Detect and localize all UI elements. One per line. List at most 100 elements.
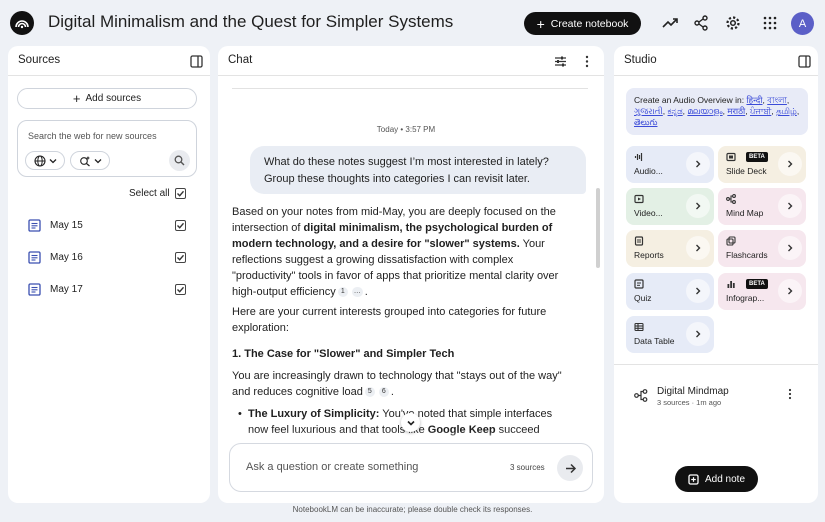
chevron-right-icon[interactable] (686, 194, 710, 218)
chevron-down-icon (49, 158, 56, 163)
video-icon (634, 194, 644, 204)
more-vertical-icon[interactable] (784, 387, 796, 401)
send-button[interactable] (557, 455, 583, 481)
chevron-right-icon[interactable] (686, 152, 710, 176)
studio-tile-slide-deck[interactable]: BETA Slide Deck (718, 146, 806, 183)
research-mode-dropdown[interactable] (70, 151, 110, 170)
globe-icon (33, 154, 46, 167)
create-notebook-button[interactable]: + Create notebook (524, 12, 641, 35)
chevron-right-icon[interactable] (778, 279, 802, 303)
infographic-icon (726, 279, 736, 289)
add-note-label: Add note (704, 473, 746, 485)
studio-tile-video-overview[interactable]: Video... (626, 188, 714, 225)
studio-tile-label: Quiz (634, 293, 652, 303)
add-sources-button[interactable]: + Add sources (17, 88, 197, 109)
studio-title: Studio (624, 54, 657, 66)
citation-chip[interactable]: 5 (364, 387, 375, 398)
chevron-right-icon[interactable] (686, 279, 710, 303)
source-checkbox[interactable] (175, 252, 186, 263)
notebooklm-logo-icon[interactable] (10, 11, 34, 35)
language-link[interactable]: हिन्दी (746, 95, 762, 105)
analytics-icon[interactable] (660, 13, 680, 33)
source-item-label: May 16 (50, 252, 83, 263)
chat-divider (232, 88, 588, 89)
chat-scrollbar[interactable] (596, 188, 600, 268)
studio-tile-label: Reports (634, 250, 664, 260)
message-timestamp: Today • 3:57 PM (376, 125, 436, 134)
saved-note-meta: 3 sources · 1m ago (657, 398, 722, 407)
user-avatar[interactable]: A (791, 12, 814, 35)
source-item-label: May 17 (50, 284, 83, 295)
language-link[interactable]: ಕನ್ನಡ (668, 106, 683, 116)
add-note-button[interactable]: Add note (675, 466, 758, 492)
search-icon (174, 155, 185, 166)
notebook-title[interactable]: Digital Minimalism and the Quest for Sim… (48, 12, 453, 32)
share-icon[interactable] (691, 13, 711, 33)
web-search-input[interactable]: Search the web for new sources (28, 131, 157, 141)
select-all-label: Select all (129, 188, 170, 199)
tune-settings-icon[interactable] (552, 53, 568, 69)
source-item[interactable]: May 17 (8, 280, 210, 300)
arrow-right-icon (565, 463, 576, 473)
collapse-panel-icon[interactable] (188, 53, 204, 69)
language-link[interactable]: ગુજરાતી (634, 106, 663, 116)
citation-chip[interactable]: 6 (378, 387, 389, 398)
language-link[interactable]: മലയാളം (687, 106, 722, 116)
source-checkbox[interactable] (175, 220, 186, 231)
plus-icon: + (72, 91, 81, 106)
plus-icon: + (536, 15, 545, 32)
chevron-down-icon (94, 158, 101, 163)
audio-overview-language-banner: Create an Audio Overview in: हिन्दी, বাং… (626, 88, 808, 135)
audio-overview-prefix: Create an Audio Overview in: (634, 95, 747, 105)
saved-note-title[interactable]: Digital Mindmap (657, 386, 729, 397)
chat-fade-overlay (218, 431, 604, 443)
more-vertical-icon[interactable] (579, 53, 595, 69)
mind-map-icon (634, 389, 648, 402)
language-link[interactable]: தமிழ் (776, 106, 797, 116)
top-bar: Digital Minimalism and the Quest for Sim… (0, 0, 825, 46)
studio-tile-data-table[interactable]: Data Table (626, 316, 714, 353)
source-checkbox[interactable] (175, 284, 186, 295)
chevron-right-icon[interactable] (686, 322, 710, 346)
source-item[interactable]: May 15 (8, 216, 210, 236)
language-link[interactable]: ਪੰਜਾਬੀ (750, 106, 771, 116)
search-submit-button[interactable] (169, 150, 190, 171)
chevron-right-icon[interactable] (686, 236, 710, 260)
create-notebook-label: Create notebook (550, 17, 629, 30)
language-link[interactable]: తెలుగు (634, 117, 657, 127)
response-paragraph-3: You are increasingly drawn to technology… (232, 370, 562, 398)
studio-tile-mind-map[interactable]: Mind Map (718, 188, 806, 225)
language-link[interactable]: বাংলা (767, 95, 787, 105)
chat-input[interactable]: Ask a question or create something (246, 461, 418, 473)
citation-chip[interactable]: 1 (337, 287, 348, 298)
source-item[interactable]: May 16 (8, 248, 210, 268)
web-source-dropdown[interactable] (25, 151, 65, 170)
scroll-down-button[interactable] (401, 413, 420, 432)
chevron-right-icon[interactable] (778, 236, 802, 260)
studio-panel: Studio Create an Audio Overview in: हिन्… (614, 46, 818, 503)
beta-badge: BETA (746, 152, 768, 162)
sources-panel-header: Sources (8, 46, 210, 76)
studio-tile-flashcards[interactable]: Flashcards (718, 230, 806, 267)
chat-panel: Chat Today • 3:57 PM What do these notes… (218, 46, 604, 503)
checkmark-icon (177, 222, 185, 229)
collapse-panel-icon[interactable] (796, 53, 812, 69)
chevron-right-icon[interactable] (778, 194, 802, 218)
document-icon (28, 283, 41, 296)
select-all-checkbox[interactable] (175, 188, 186, 199)
studio-tile-reports[interactable]: Reports (626, 230, 714, 267)
studio-tile-label: Mind Map (726, 208, 764, 218)
document-icon (28, 219, 41, 232)
checkmark-icon (177, 190, 185, 197)
studio-tile-quiz[interactable]: Quiz (626, 273, 714, 310)
language-link[interactable]: मराठी (727, 106, 745, 116)
audio-waveform-icon (634, 152, 644, 162)
chevron-right-icon[interactable] (778, 152, 802, 176)
citation-more-chip[interactable]: … (351, 287, 363, 298)
add-sources-label: Add sources (85, 93, 142, 104)
studio-tile-audio-overview[interactable]: Audio... (626, 146, 714, 183)
studio-tile-infographic[interactable]: BETA Infograp... (718, 273, 806, 310)
table-icon (634, 322, 644, 332)
settings-gear-icon[interactable] (723, 13, 743, 33)
apps-grid-icon[interactable] (760, 13, 780, 33)
